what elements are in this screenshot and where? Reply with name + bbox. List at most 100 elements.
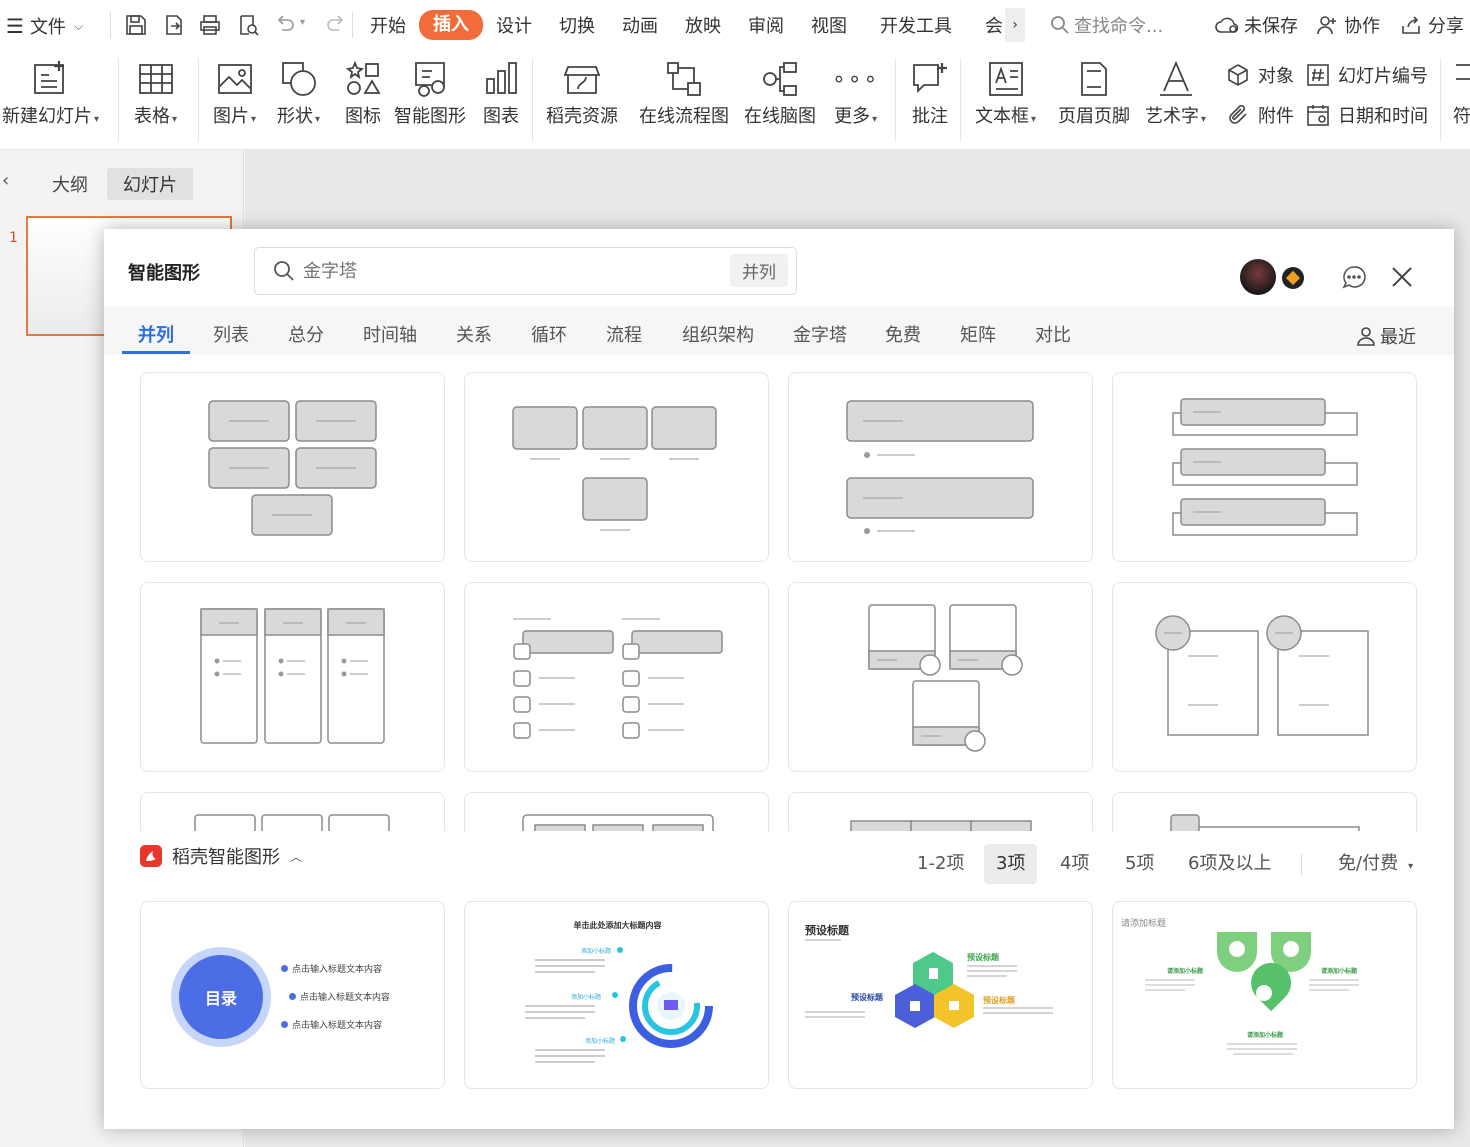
feedback-icon[interactable]	[1342, 265, 1366, 293]
filter-chip[interactable]: 1-2项	[905, 844, 976, 884]
attachment-button[interactable]: 附件	[1226, 102, 1294, 128]
vip-badge-icon	[1282, 267, 1304, 289]
close-icon[interactable]	[1390, 265, 1414, 293]
template-card[interactable]: 请添加标题 请添加小标题 请添加小标题 请添加小标题	[1112, 901, 1417, 1089]
file-menu-label: 文件	[29, 17, 66, 38]
smartart-thumbnail[interactable]	[464, 582, 769, 772]
file-menu[interactable]: ☰ 文件 ⌵	[6, 13, 83, 39]
undo-icon[interactable]	[272, 12, 298, 38]
filter-chip[interactable]: 6项及以上	[1176, 844, 1283, 884]
mindmap-icon	[763, 62, 797, 96]
category-tab[interactable]: 并列	[138, 321, 174, 347]
category-tab[interactable]: 金字塔	[793, 321, 847, 347]
share-label: 分享	[1428, 16, 1464, 37]
filter-chip[interactable]: 4项	[1048, 844, 1101, 884]
template-item: 点击输入标题文本内容	[281, 1018, 382, 1031]
cloud-icon	[1215, 17, 1239, 33]
collapse-pane-icon[interactable]: ‹	[2, 170, 9, 191]
smartart-thumbnail[interactable]	[140, 372, 445, 562]
new-slide-button[interactable]: 新建幻灯片 ▾	[2, 56, 99, 128]
print-preview-icon[interactable]	[235, 12, 261, 38]
object-button[interactable]: 对象	[1226, 62, 1294, 88]
tab-transitions[interactable]: 切换	[559, 12, 595, 38]
unsaved-status[interactable]: 未保存	[1214, 12, 1298, 38]
category-tab[interactable]: 矩阵	[960, 321, 996, 347]
tabs-scroll-right-icon[interactable]: ›	[1005, 8, 1025, 42]
category-tab[interactable]: 总分	[288, 321, 324, 347]
collaborate-button[interactable]: 协作	[1316, 12, 1380, 38]
icon-button[interactable]: 图标	[343, 56, 383, 128]
tab-slides[interactable]: 幻灯片	[107, 168, 193, 200]
chart-button[interactable]: 图表	[481, 56, 521, 128]
tab-slideshow[interactable]: 放映	[685, 12, 721, 38]
tab-outline[interactable]: 大纲	[52, 171, 88, 197]
category-tab[interactable]: 流程	[606, 321, 642, 347]
category-tab[interactable]: 循环	[531, 321, 567, 347]
category-tab[interactable]: 关系	[456, 321, 492, 347]
header-footer-button[interactable]: 页眉页脚	[1058, 56, 1130, 128]
category-tab[interactable]: 组织架构	[682, 321, 754, 347]
slide-number-button[interactable]: 幻灯片编号	[1306, 62, 1428, 88]
template-card[interactable]: 预设标题 预设标题 预设标题 预设标题	[788, 901, 1093, 1089]
docer-section-header[interactable]: 稻壳智能图形 ︿	[140, 843, 302, 869]
symbol-button[interactable]: 符	[1452, 56, 1470, 128]
smartart-thumbnail[interactable]	[788, 792, 1093, 831]
shape-button[interactable]: 形状 ▾	[277, 56, 320, 128]
smartart-thumbnail[interactable]	[788, 372, 1093, 562]
picture-button[interactable]: 图片 ▾	[213, 56, 256, 128]
tab-design[interactable]: 设计	[496, 12, 532, 38]
tab-view[interactable]: 视图	[811, 12, 847, 38]
comment-button[interactable]: 批注	[910, 56, 950, 128]
smartart-thumbnail[interactable]	[140, 792, 445, 831]
category-tab[interactable]: 对比	[1035, 321, 1071, 347]
smartart-thumbnail[interactable]	[464, 792, 769, 831]
wordart-button[interactable]: 艺术字 ▾	[1145, 56, 1206, 128]
undo-dropdown-icon[interactable]: ▾	[300, 17, 305, 28]
template-card[interactable]: 目录 点击输入标题文本内容 点击输入标题文本内容 点击输入标题文本内容	[140, 901, 445, 1089]
share-button[interactable]: 分享	[1400, 12, 1464, 38]
mindmap-button[interactable]: 在线脑图	[744, 56, 816, 128]
print-icon[interactable]	[197, 12, 223, 38]
tab-insert[interactable]: 插入	[419, 10, 483, 40]
stacked-bars-diagram	[846, 400, 1034, 534]
header-footer-label: 页眉页脚	[1058, 106, 1130, 127]
smartart-search-input[interactable]	[303, 260, 703, 282]
docer-resources-button[interactable]: 稻壳资源	[546, 56, 618, 128]
command-search[interactable]: 查找命令...	[1050, 12, 1163, 38]
tab-animation[interactable]: 动画	[622, 12, 658, 38]
tab-home[interactable]: 开始	[370, 12, 406, 38]
datetime-button[interactable]: 日期和时间	[1306, 102, 1428, 128]
flowchart-button[interactable]: 在线流程图	[639, 56, 729, 128]
share-icon	[1402, 16, 1420, 34]
table-button[interactable]: 表格 ▾	[134, 56, 177, 128]
ribbon-toolbar: 新建幻灯片 ▾ 表格 ▾ 图片 ▾ 形状 ▾ 图标 智能图形 图表 稻壳资源 在线流程图…	[0, 50, 1470, 150]
recent-button[interactable]: 最近	[1356, 323, 1416, 349]
template-card[interactable]: 单击此处添加大标题内容 添加小标题 添加小标题 添加小标题	[464, 901, 769, 1089]
avatar[interactable]	[1240, 259, 1276, 295]
category-tab[interactable]: 时间轴	[363, 321, 417, 347]
filter-chip[interactable]: 5项	[1113, 844, 1166, 884]
price-filter-dropdown[interactable]: 免/付费 ▾	[1338, 844, 1413, 884]
search-suggestion-tag[interactable]: 并列	[730, 254, 788, 287]
more-button[interactable]: ∘∘∘ 更多 ▾	[832, 56, 879, 128]
dialog-title: 智能图形	[128, 263, 200, 284]
smartart-button[interactable]: 智能图形	[394, 56, 466, 128]
filter-chip-active[interactable]: 3项	[984, 844, 1038, 884]
smartart-thumbnail[interactable]	[1112, 582, 1417, 772]
export-pdf-icon[interactable]	[161, 12, 187, 38]
category-tab[interactable]: 列表	[213, 321, 249, 347]
smartart-search-box[interactable]: 并列	[254, 247, 797, 295]
save-icon[interactable]	[123, 12, 149, 38]
picture-label: 图片	[213, 106, 249, 127]
smartart-thumbnail[interactable]	[1112, 792, 1417, 831]
textbox-button[interactable]: 文本框 ▾	[975, 56, 1036, 128]
redo-icon[interactable]	[323, 12, 349, 38]
tab-member[interactable]: 会	[985, 12, 1003, 38]
category-tab[interactable]: 免费	[885, 321, 921, 347]
smartart-thumbnail[interactable]	[464, 372, 769, 562]
tab-review[interactable]: 审阅	[748, 12, 784, 38]
tab-developer[interactable]: 开发工具	[880, 12, 952, 38]
smartart-thumbnail[interactable]	[140, 582, 445, 772]
smartart-thumbnail[interactable]	[1112, 372, 1417, 562]
smartart-thumbnail[interactable]	[788, 582, 1093, 772]
